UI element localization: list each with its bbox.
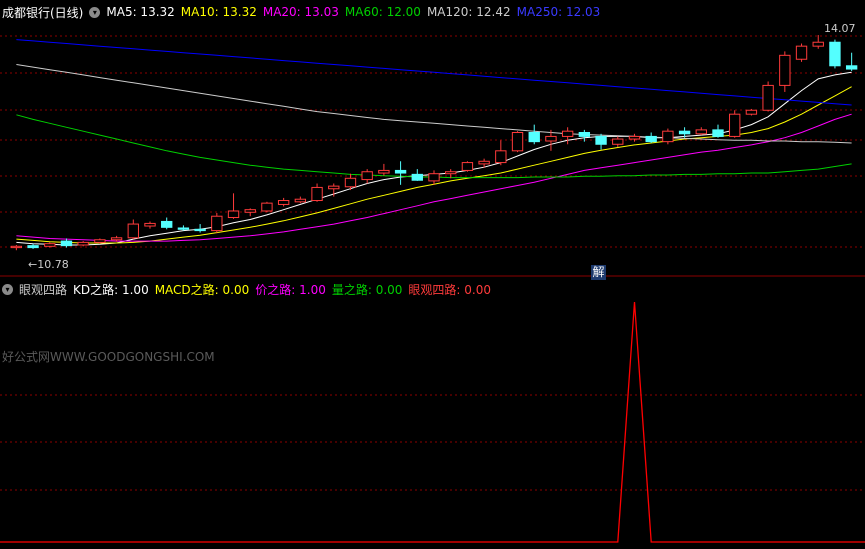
candle-body	[545, 135, 557, 142]
candle-body	[578, 131, 591, 137]
candle-body	[411, 173, 423, 181]
ma20-label: MA20: 13.03	[262, 5, 339, 19]
candle-body	[528, 131, 540, 143]
indicator-line	[0, 301, 865, 543]
candle-body	[612, 138, 624, 145]
candle-body	[161, 220, 173, 228]
candle-body	[277, 200, 290, 205]
kline-chart[interactable]	[0, 0, 865, 549]
candle-body	[678, 130, 691, 135]
candle-body	[227, 210, 240, 219]
indicator-name[interactable]: 眼观四路	[19, 281, 67, 298]
ma5-line	[16, 71, 852, 246]
candle-body	[110, 237, 123, 241]
macd-label: MACD之路: 0.00	[154, 282, 250, 297]
candle-body	[729, 113, 741, 137]
jie-badge[interactable]: 解	[591, 265, 606, 280]
candle-body	[478, 160, 490, 165]
candle-body	[144, 222, 156, 227]
final-label: 眼观四路: 0.00	[408, 282, 491, 297]
candle-body	[294, 198, 307, 203]
candle-body	[779, 54, 791, 86]
candle-body	[211, 215, 223, 232]
candle-body	[344, 177, 357, 188]
stock-name[interactable]: 成都银行(日线)	[2, 4, 83, 21]
candle-body	[261, 202, 273, 212]
chevron-down-icon[interactable]: ▾	[2, 283, 13, 295]
ma250-line	[16, 39, 852, 106]
chevron-down-icon[interactable]: ▾	[89, 6, 101, 18]
candle-body	[394, 169, 407, 174]
candle-body	[177, 227, 190, 230]
candle-body	[645, 135, 657, 143]
candle-body	[445, 171, 457, 175]
kd-label: KD之路: 1.00	[73, 282, 149, 297]
candle-body	[311, 186, 323, 202]
sub-header: ▾ 眼观四路 KD之路: 1.00 MACD之路: 0.00 价之路: 1.00…	[2, 280, 497, 298]
candle-body	[829, 41, 841, 67]
candle-body	[628, 135, 641, 140]
candle-body	[561, 130, 574, 137]
candle-body	[845, 65, 858, 70]
candle-body	[44, 243, 56, 247]
candle-body	[511, 131, 524, 152]
candle-body	[60, 240, 73, 247]
ma120-line	[16, 64, 852, 144]
candle-body	[378, 169, 390, 174]
ma5-label: MA5: 13.32	[106, 5, 175, 19]
candle-body	[127, 223, 139, 239]
ma60-line	[16, 114, 852, 179]
low-price-label: ←10.78	[28, 258, 69, 271]
price-label: 价之路: 1.00	[255, 282, 326, 297]
candle-body	[94, 239, 106, 243]
candle-body	[695, 129, 707, 135]
candle-body	[10, 245, 23, 249]
candle-body	[762, 84, 774, 111]
candle-body	[428, 173, 440, 182]
high-price-label: 14.07	[824, 22, 856, 35]
ma10-label: MA10: 13.32	[180, 5, 257, 19]
volume-label: 量之路: 0.00	[331, 282, 403, 297]
candle-body	[712, 129, 724, 137]
candle-body	[745, 109, 758, 115]
candle-body	[244, 209, 256, 213]
candle-body	[77, 241, 89, 246]
candle-body	[328, 185, 340, 190]
candle-body	[194, 228, 206, 232]
candle-body	[595, 135, 607, 145]
candle-body	[662, 130, 674, 143]
ma250-label: MA250: 12.03	[516, 5, 601, 19]
watermark: 好公式网WWW.GOODGONGSHI.COM	[2, 350, 215, 364]
candle-body	[27, 245, 39, 249]
candle-body	[795, 45, 808, 60]
candle-body	[461, 162, 474, 171]
candle-body	[361, 171, 373, 181]
candle-body	[495, 150, 507, 164]
main-header: 成都银行(日线) ▾ MA5: 13.32 MA10: 13.32 MA20: …	[2, 3, 606, 21]
ma120-label: MA120: 12.42	[426, 5, 511, 19]
candle-body	[812, 41, 824, 47]
ma60-label: MA60: 12.00	[344, 5, 421, 19]
